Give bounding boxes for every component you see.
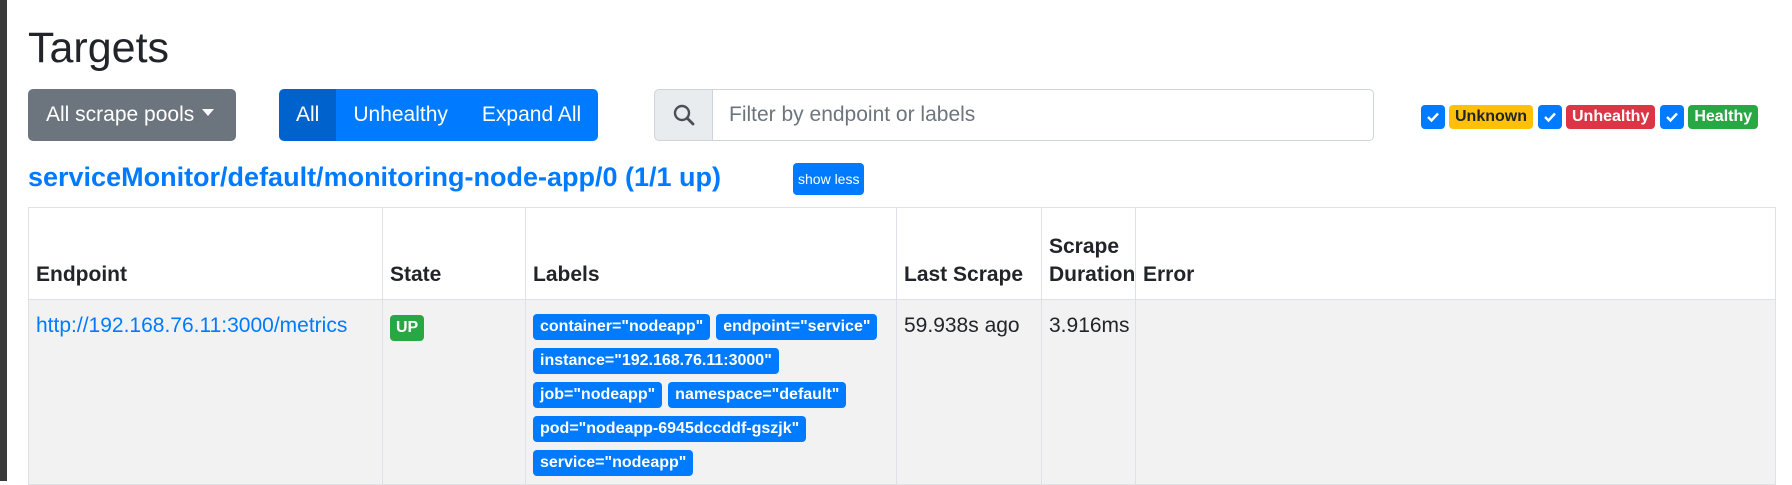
scrape-pool-dropdown[interactable]: All scrape pools bbox=[28, 89, 236, 141]
label-badge: endpoint="service" bbox=[716, 314, 878, 340]
state-cell: UP bbox=[382, 299, 526, 485]
label-badge: service="nodeapp" bbox=[533, 450, 694, 476]
page-title: Targets bbox=[28, 24, 170, 72]
caret-down-icon bbox=[202, 108, 215, 116]
checkbox-checked-icon[interactable] bbox=[1660, 105, 1685, 129]
filter-unhealthy[interactable]: Unhealthy bbox=[1538, 105, 1656, 129]
checkbox-checked-icon[interactable] bbox=[1538, 105, 1562, 129]
checkbox-checked-icon[interactable] bbox=[1421, 105, 1445, 129]
healthy-badge: Healthy bbox=[1688, 105, 1759, 129]
table-row: http://192.168.76.11:3000/metrics UP con… bbox=[28, 299, 1776, 485]
endpoint-cell: http://192.168.76.11:3000/metrics bbox=[28, 299, 383, 485]
last-scrape-cell: 59.938s ago bbox=[896, 299, 1042, 485]
search-icon bbox=[654, 89, 712, 141]
error-cell bbox=[1135, 299, 1776, 485]
label-badge: instance="192.168.76.11:3000" bbox=[533, 348, 779, 374]
label-badge: container="nodeapp" bbox=[533, 314, 711, 340]
unknown-badge: Unknown bbox=[1449, 105, 1533, 129]
filter-healthy[interactable]: Healthy bbox=[1660, 105, 1759, 129]
health-filters: Unknown Unhealthy Healthy bbox=[1421, 105, 1763, 129]
search-bar bbox=[654, 89, 1374, 141]
column-header-state: State bbox=[382, 207, 526, 300]
scrape-pool-dropdown-label: All scrape pools bbox=[46, 103, 195, 126]
filter-unhealthy-button[interactable]: Unhealthy bbox=[336, 89, 465, 141]
labels-cell: container="nodeapp" endpoint="service" i… bbox=[525, 299, 897, 485]
column-header-last-scrape: Last Scrape bbox=[896, 207, 1042, 300]
filter-unknown[interactable]: Unknown bbox=[1421, 105, 1533, 129]
label-badge: job="nodeapp" bbox=[533, 382, 663, 408]
scrape-duration-cell: 3.916ms bbox=[1041, 299, 1136, 485]
filter-all-button[interactable]: All bbox=[279, 89, 337, 141]
endpoint-link[interactable]: http://192.168.76.11:3000/metrics bbox=[36, 314, 347, 337]
scrape-pool-title-link[interactable]: serviceMonitor/default/monitoring-node-a… bbox=[28, 160, 721, 194]
expand-all-button[interactable]: Expand All bbox=[464, 89, 599, 141]
label-badge: namespace="default" bbox=[668, 382, 847, 408]
column-header-scrape-duration: Scrape Duration bbox=[1041, 207, 1136, 300]
column-header-labels: Labels bbox=[525, 207, 897, 300]
targets-table: Endpoint State Labels Last Scrape Scrape… bbox=[28, 207, 1776, 485]
label-badge: pod="nodeapp-6945dccddf-gszjk" bbox=[533, 416, 807, 442]
show-less-button[interactable]: show less bbox=[793, 163, 865, 195]
state-badge: UP bbox=[390, 315, 425, 341]
column-header-endpoint: Endpoint bbox=[28, 207, 383, 300]
column-header-error: Error bbox=[1135, 207, 1776, 300]
labels-list: container="nodeapp" endpoint="service" i… bbox=[533, 314, 889, 484]
target-filter-button-group: All Unhealthy Expand All bbox=[279, 89, 599, 141]
unhealthy-badge: Unhealthy bbox=[1566, 105, 1656, 129]
toolbar: All scrape pools All Unhealthy Expand Al… bbox=[28, 89, 1776, 141]
table-header-row: Endpoint State Labels Last Scrape Scrape… bbox=[28, 207, 1776, 300]
search-input[interactable] bbox=[712, 89, 1374, 141]
left-edge-bar bbox=[0, 0, 7, 481]
